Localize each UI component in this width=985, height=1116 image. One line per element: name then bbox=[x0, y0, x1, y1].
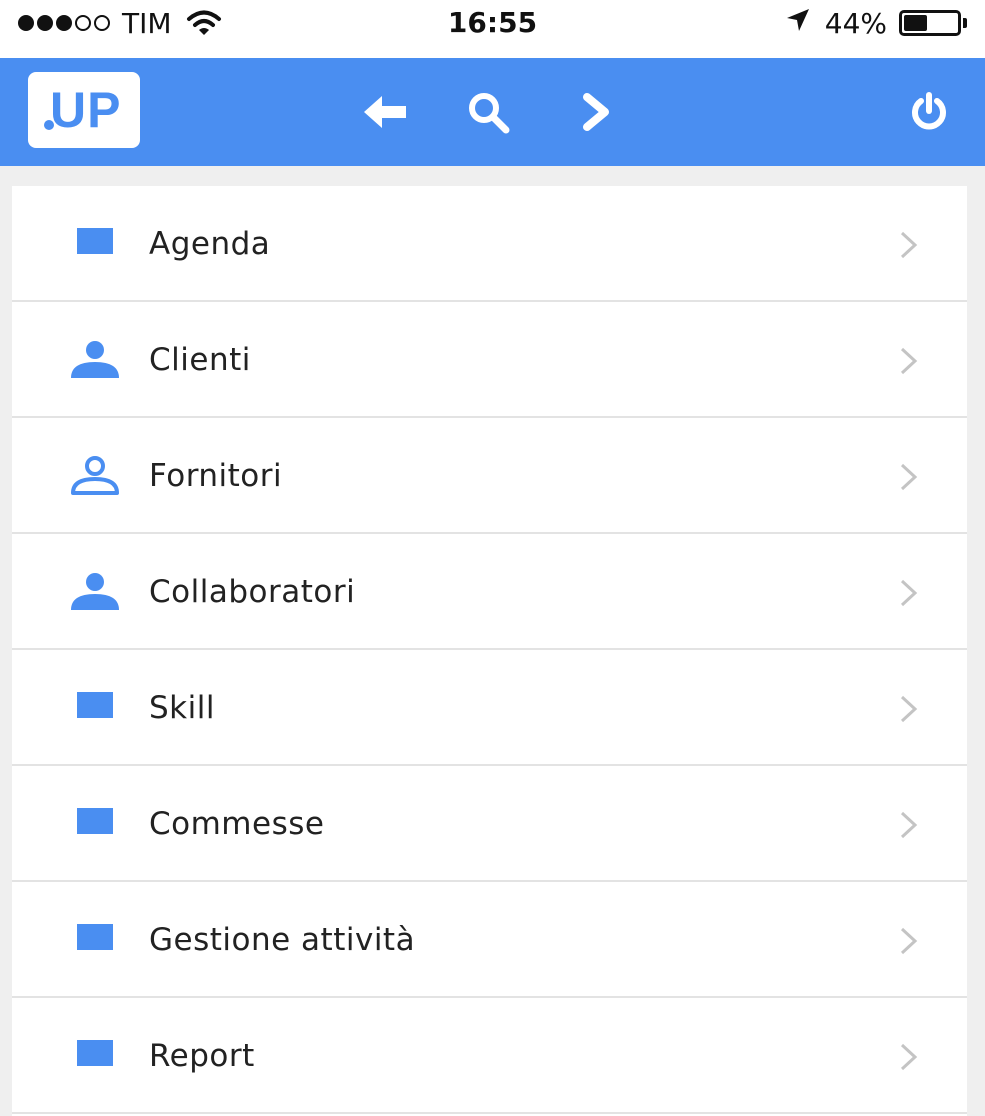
square-icon bbox=[68, 224, 122, 264]
app-bar: UP bbox=[0, 58, 985, 166]
arrow-left-icon bbox=[364, 96, 406, 128]
chevron-right-icon bbox=[900, 463, 918, 491]
forward-button[interactable] bbox=[570, 86, 622, 138]
chevron-right-icon bbox=[900, 695, 918, 723]
square-icon bbox=[68, 688, 122, 728]
menu-item-report[interactable]: Report bbox=[12, 998, 967, 1114]
square-icon bbox=[68, 804, 122, 844]
battery-fill bbox=[904, 15, 927, 31]
battery-body bbox=[899, 10, 961, 36]
menu-item-label: Gestione attività bbox=[149, 922, 416, 958]
menu-item-label: Collaboratori bbox=[149, 574, 356, 610]
chevron-right-icon bbox=[900, 231, 918, 259]
power-icon bbox=[912, 92, 946, 130]
search-icon bbox=[469, 93, 510, 134]
menu-item-agenda[interactable]: Agenda bbox=[12, 186, 967, 302]
person-icon bbox=[68, 572, 122, 612]
chevron-right-icon bbox=[900, 579, 918, 607]
back-button[interactable] bbox=[359, 86, 411, 138]
menu-item-clienti[interactable]: Clienti bbox=[12, 302, 967, 418]
status-bar: TIM 16:55 44% bbox=[0, 0, 985, 58]
battery-tip bbox=[963, 18, 967, 28]
square-icon bbox=[68, 920, 122, 960]
menu-item-commesse[interactable]: Commesse bbox=[12, 766, 967, 882]
search-button[interactable] bbox=[462, 86, 514, 138]
menu-item-skill[interactable]: Skill bbox=[12, 650, 967, 766]
location-arrow-icon bbox=[785, 7, 811, 40]
square-icon bbox=[68, 1036, 122, 1076]
power-button[interactable] bbox=[903, 86, 955, 138]
menu-item-label: Skill bbox=[149, 690, 215, 726]
menu-item-label: Agenda bbox=[149, 226, 271, 262]
battery-icon bbox=[899, 10, 967, 36]
menu-item-label: Commesse bbox=[149, 806, 325, 842]
person-outline-icon bbox=[68, 456, 122, 496]
main-menu-list: Agenda Clienti Fornitori Collaboratori S… bbox=[12, 186, 967, 1116]
menu-item-collaboratori[interactable]: Collaboratori bbox=[12, 534, 967, 650]
person-icon bbox=[68, 340, 122, 380]
battery-percent: 44% bbox=[824, 6, 887, 40]
chevron-right-icon bbox=[900, 927, 918, 955]
menu-item-label: Clienti bbox=[149, 342, 251, 378]
menu-item-fornitori[interactable]: Fornitori bbox=[12, 418, 967, 534]
app-logo[interactable]: UP bbox=[28, 72, 140, 148]
menu-item-gestione-attivita[interactable]: Gestione attività bbox=[12, 882, 967, 998]
menu-item-label: Fornitori bbox=[149, 458, 283, 494]
logo-text: UP bbox=[50, 82, 122, 138]
chevron-right-icon bbox=[900, 347, 918, 375]
chevron-right-icon bbox=[900, 811, 918, 839]
menu-item-label: Report bbox=[149, 1038, 255, 1074]
status-right: 44% bbox=[785, 6, 967, 40]
chevron-right-icon bbox=[900, 1043, 918, 1071]
chevron-right-icon bbox=[583, 93, 609, 131]
